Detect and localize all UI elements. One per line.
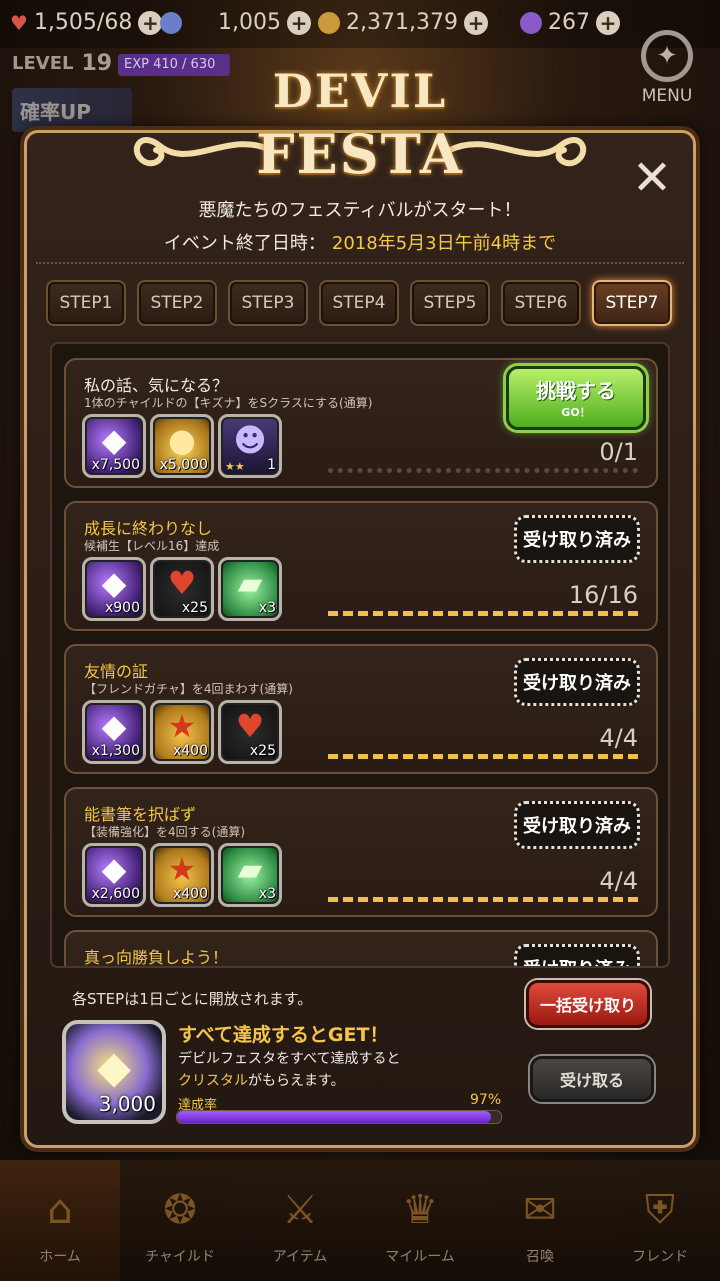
progress-count: 0/1 — [599, 438, 638, 466]
tab-step4[interactable]: STEP4 — [319, 280, 399, 326]
heart-icon: ♥ — [10, 10, 28, 35]
gem-icon — [160, 11, 182, 34]
progress-count: 16/16 — [568, 581, 638, 609]
claimed-button[interactable]: 受け取り済み — [514, 801, 640, 849]
mission-desc: 1体のチャイルドの【キズナ】をSクラスにする(通算) — [84, 396, 373, 410]
mission-title: 真っ向勝負しよう！ — [84, 948, 229, 967]
star-icon: ★★ — [225, 460, 245, 473]
child-icon: ❂ — [163, 1187, 197, 1233]
nav-child[interactable]: ❂ チャイルド — [120, 1160, 240, 1281]
claimed-button[interactable]: 受け取り済み — [514, 944, 640, 966]
progress-bar — [328, 611, 638, 617]
add-gem-button[interactable]: + — [286, 10, 311, 35]
tab-step7[interactable]: STEP7 — [592, 280, 672, 326]
ticket-counter: 267 + — [520, 10, 620, 35]
reward-list: ◆ x900 ♥ x25 ▰ x3 — [82, 557, 282, 621]
stamina-counter: ♥ 1,505/68 + — [10, 10, 163, 35]
receive-button[interactable]: 受け取る — [530, 1056, 654, 1102]
mission-card: 成長に終わりなし 候補生【レベル16】達成 ◆ x900 ♥ x25 ▰ x3 16/… — [64, 501, 658, 631]
add-gold-button[interactable]: + — [463, 10, 488, 35]
mission-card: 能書筆を択ばず 【装備強化】を4回する(通算) ◆ x2,600 ★ x400 ▰ x… — [64, 787, 658, 917]
tab-step2[interactable]: STEP2 — [137, 280, 217, 326]
reward-list: ◆ x1,300 ★ x400 ♥ x25 — [82, 700, 282, 764]
gold-counter: 2,371,379 + — [318, 10, 488, 35]
mission-desc: 候補生【レベル16】達成 — [84, 539, 220, 553]
reward-list: ◆ x2,600 ★ x400 ▰ x3 — [82, 843, 282, 907]
tab-step3[interactable]: STEP3 — [228, 280, 308, 326]
crystal-icon: ◆ x1,300 — [82, 700, 146, 764]
coin-icon — [318, 11, 340, 34]
bottom-nav: ⌂ ホーム ❂ チャイルド ⚔ アイテム ♛ マイルーム ✉ 召喚 ⛨ フレンド — [0, 1160, 720, 1281]
progress-bar — [328, 754, 638, 760]
mission-title: 能書筆を択ばず — [84, 805, 197, 824]
status-bar: ♥ 1,505/68 + 1,005 + 2,371,379 + 267 + — [0, 0, 720, 48]
nav-myroom[interactable]: ♛ マイルーム — [360, 1160, 480, 1281]
tab-step6[interactable]: STEP6 — [501, 280, 581, 326]
divider — [36, 262, 684, 264]
mission-desc: 【装備強化】を4回する(通算) — [84, 825, 245, 839]
summon-icon: ✉ — [523, 1187, 557, 1233]
ticket-icon: ▰ x3 — [218, 843, 282, 907]
wrench-icon: ✦ — [641, 30, 693, 82]
event-end-time: イベント終了日時： 2018年5月3日午前4時まで — [163, 233, 557, 254]
step-tabs: STEP1 STEP2 STEP3 STEP4 STEP5 STEP6 STEP… — [46, 280, 672, 326]
mission-title: 私の話、気になる？ — [84, 376, 229, 395]
gacha-banner[interactable]: 確率UP — [12, 88, 132, 132]
completion-rate-bar — [176, 1110, 502, 1124]
mission-card: 私の話、気になる？ 1体のチャイルドの【キズナ】をSクラスにする(通算) ◆ x7… — [64, 358, 658, 488]
mission-list[interactable]: 私の話、気になる？ 1体のチャイルドの【キズナ】をSクラスにする(通算) ◆ x7… — [50, 342, 670, 968]
complete-reward-title: すべて達成するとGET！ — [178, 1024, 389, 1046]
medal-icon: ★ x400 — [150, 700, 214, 764]
progress-count: 4/4 — [599, 724, 638, 752]
crown-icon: ♛ — [402, 1187, 438, 1233]
tab-step5[interactable]: STEP5 — [410, 280, 490, 326]
heart-icon: ♥ x25 — [218, 700, 282, 764]
progress-bar — [328, 468, 638, 474]
reward-list: ◆ x7,500 ● x5,000 ☻ 1 ★★ — [82, 414, 282, 478]
nav-friend[interactable]: ⛨ フレンド — [600, 1160, 720, 1281]
nav-home[interactable]: ⌂ ホーム — [0, 1160, 120, 1281]
claimed-button[interactable]: 受け取り済み — [514, 658, 640, 706]
progress-bar — [328, 897, 638, 903]
child-character-icon: ☻ 1 ★★ — [218, 414, 282, 478]
mission-card: 真っ向勝負しよう！ 受け取り済み — [64, 930, 658, 967]
step-notice: 各STEPは1日ごとに開放されます。 — [72, 990, 313, 1008]
medal-icon: ★ x400 — [150, 843, 214, 907]
complete-reward-desc: デビルフェスタをすべて達成すると クリスタルがもらえます。 — [178, 1051, 401, 1089]
devil-festa-logo: DEVIL FESTA — [130, 58, 590, 186]
challenge-button[interactable]: 挑戦する GO！ — [506, 366, 646, 430]
bulk-receive-button[interactable]: 一括受け取り — [526, 980, 650, 1028]
mission-title: 成長に終わりなし — [84, 519, 213, 538]
gem-counter: 1,005 + — [160, 10, 311, 35]
menu-button[interactable]: ✦ MENU — [632, 30, 702, 106]
mission-card: 友情の証 【フレンドガチャ】を4回まわす(通算) ◆ x1,300 ★ x400 ♥… — [64, 644, 658, 774]
crystal-icon: ◆ x2,600 — [82, 843, 146, 907]
nav-summon[interactable]: ✉ 召喚 — [480, 1160, 600, 1281]
gold-coins-icon: ● x5,000 — [150, 414, 214, 478]
progress-count: 4/4 — [599, 867, 638, 895]
claimed-button[interactable]: 受け取り済み — [514, 515, 640, 563]
add-ticket-button[interactable]: + — [596, 10, 620, 35]
tab-step1[interactable]: STEP1 — [46, 280, 126, 326]
ticket-icon: ▰ x3 — [218, 557, 282, 621]
event-subtitle: 悪魔たちのフェスティバルがスタート！ — [198, 200, 522, 221]
ticket-icon — [520, 11, 542, 34]
castle-icon: ⌂ — [47, 1187, 73, 1233]
mission-desc: 【フレンドガチャ】を4回まわす(通算) — [84, 682, 293, 696]
sword-icon: ⚔ — [282, 1187, 318, 1233]
mission-title: 友情の証 — [84, 662, 149, 681]
crystal-icon: ◆ x900 — [82, 557, 146, 621]
completion-rate-fill — [177, 1111, 492, 1123]
completion-rate-value: 97% — [470, 1092, 502, 1108]
heart-icon: ♥ x25 — [150, 557, 214, 621]
add-stamina-button[interactable]: + — [138, 10, 163, 35]
big-crystal-icon: ◆ 3,000 — [62, 1020, 166, 1124]
nav-item[interactable]: ⚔ アイテム — [240, 1160, 360, 1281]
crystal-icon: ◆ x7,500 — [82, 414, 146, 478]
shield-icon: ⛨ — [645, 1187, 675, 1233]
